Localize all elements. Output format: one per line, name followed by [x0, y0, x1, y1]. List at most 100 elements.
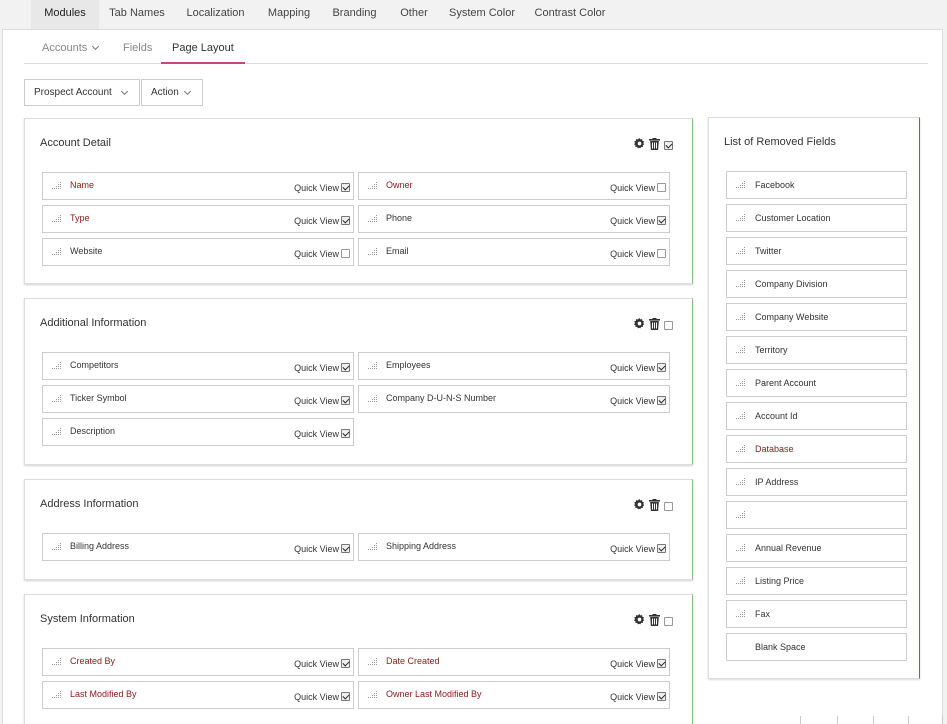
section-select-checkbox[interactable]	[664, 321, 673, 330]
removed-field[interactable]: Listing Price	[726, 567, 907, 595]
quick-view-checkbox[interactable]	[341, 216, 350, 225]
layout-field[interactable]: Owner Last Modified By Quick View	[358, 681, 670, 709]
drag-handle-icon[interactable]	[52, 691, 62, 699]
removed-field[interactable]: Fax	[726, 600, 907, 628]
layout-field[interactable]: Last Modified By Quick View	[42, 681, 354, 709]
footer-pager-cell[interactable]	[873, 716, 908, 724]
quick-view-toggle[interactable]: Quick View	[610, 248, 666, 259]
trash-icon[interactable]	[649, 614, 660, 626]
tab-modules[interactable]: Modules	[31, 0, 99, 29]
drag-handle-icon[interactable]	[736, 379, 746, 387]
quick-view-toggle[interactable]: Quick View	[294, 362, 350, 373]
layout-field[interactable]: Created By Quick View	[42, 648, 354, 676]
removed-field[interactable]: Account Id	[726, 402, 907, 430]
drag-handle-icon[interactable]	[736, 610, 746, 618]
section-select-checkbox[interactable]	[664, 617, 673, 626]
drag-handle-icon[interactable]	[736, 445, 746, 453]
layout-field[interactable]: Ticker Symbol Quick View	[42, 385, 354, 413]
quick-view-toggle[interactable]: Quick View	[610, 658, 666, 669]
tab-mapping[interactable]: Mapping	[263, 0, 315, 29]
drag-handle-icon[interactable]	[52, 248, 62, 256]
removed-field[interactable]: Company Division	[726, 270, 907, 298]
layout-field[interactable]: Billing Address Quick View	[42, 533, 354, 561]
removed-field[interactable]: Annual Revenue	[726, 534, 907, 562]
trash-icon[interactable]	[649, 318, 660, 330]
removed-field[interactable]: Customer Location	[726, 204, 907, 232]
layout-field[interactable]: Owner Quick View	[358, 172, 670, 200]
drag-handle-icon[interactable]	[368, 395, 378, 403]
removed-field[interactable]: Territory	[726, 336, 907, 364]
footer-pager-cell[interactable]	[837, 716, 873, 724]
layout-field[interactable]: Type Quick View	[42, 205, 354, 233]
drag-handle-icon[interactable]	[736, 412, 746, 420]
layout-field[interactable]: Description Quick View	[42, 418, 354, 446]
quick-view-toggle[interactable]: Quick View	[610, 395, 666, 406]
layout-field[interactable]: Phone Quick View	[358, 205, 670, 233]
tab-branding[interactable]: Branding	[328, 0, 381, 29]
footer-pager-cell[interactable]	[908, 716, 943, 724]
layout-select[interactable]: Prospect Account	[24, 79, 140, 106]
quick-view-toggle[interactable]: Quick View	[294, 395, 350, 406]
removed-field[interactable]: Facebook	[726, 171, 907, 199]
drag-handle-icon[interactable]	[52, 215, 62, 223]
tab-system-color[interactable]: System Color	[446, 0, 518, 29]
layout-field[interactable]: Company D-U-N-S Number Quick View	[358, 385, 670, 413]
layout-field[interactable]: Website Quick View	[42, 238, 354, 266]
quick-view-checkbox[interactable]	[657, 544, 666, 553]
quick-view-toggle[interactable]: Quick View	[294, 658, 350, 669]
drag-handle-icon[interactable]	[736, 247, 746, 255]
tab-fields[interactable]: Fields	[123, 34, 152, 64]
quick-view-checkbox[interactable]	[341, 659, 350, 668]
layout-field[interactable]: Email Quick View	[358, 238, 670, 266]
drag-handle-icon[interactable]	[736, 181, 746, 189]
section-select-checkbox[interactable]	[664, 141, 673, 150]
quick-view-toggle[interactable]: Quick View	[294, 543, 350, 554]
layout-field[interactable]: Competitors Quick View	[42, 352, 354, 380]
tab-accounts[interactable]: Accounts	[42, 34, 100, 64]
quick-view-checkbox[interactable]	[657, 216, 666, 225]
drag-handle-icon[interactable]	[52, 658, 62, 666]
drag-handle-icon[interactable]	[368, 182, 378, 190]
removed-field[interactable]: IP Address	[726, 468, 907, 496]
layout-field[interactable]: Name Quick View	[42, 172, 354, 200]
drag-handle-icon[interactable]	[736, 478, 746, 486]
drag-handle-icon[interactable]	[52, 428, 62, 436]
quick-view-toggle[interactable]: Quick View	[294, 182, 350, 193]
quick-view-checkbox[interactable]	[657, 659, 666, 668]
tab-localization[interactable]: Localization	[183, 0, 248, 29]
quick-view-checkbox[interactable]	[657, 363, 666, 372]
quick-view-checkbox[interactable]	[341, 183, 350, 192]
removed-field[interactable]	[726, 501, 907, 529]
drag-handle-icon[interactable]	[736, 346, 746, 354]
removed-field[interactable]: Parent Account	[726, 369, 907, 397]
drag-handle-icon[interactable]	[368, 248, 378, 256]
section-select-checkbox[interactable]	[664, 502, 673, 511]
quick-view-toggle[interactable]: Quick View	[294, 428, 350, 439]
drag-handle-icon[interactable]	[736, 577, 746, 585]
layout-field[interactable]: Shipping Address Quick View	[358, 533, 670, 561]
quick-view-toggle[interactable]: Quick View	[610, 215, 666, 226]
quick-view-checkbox[interactable]	[341, 544, 350, 553]
quick-view-toggle[interactable]: Quick View	[610, 362, 666, 373]
drag-handle-icon[interactable]	[52, 362, 62, 370]
quick-view-checkbox[interactable]	[341, 692, 350, 701]
quick-view-toggle[interactable]: Quick View	[610, 543, 666, 554]
removed-field[interactable]: Blank Space	[726, 633, 907, 661]
layout-field[interactable]: Employees Quick View	[358, 352, 670, 380]
layout-field[interactable]: Date Created Quick View	[358, 648, 670, 676]
gear-icon[interactable]	[634, 614, 645, 625]
tab-other[interactable]: Other	[396, 0, 432, 29]
drag-handle-icon[interactable]	[368, 362, 378, 370]
quick-view-checkbox[interactable]	[657, 396, 666, 405]
quick-view-toggle[interactable]: Quick View	[294, 691, 350, 702]
gear-icon[interactable]	[634, 499, 645, 510]
gear-icon[interactable]	[634, 138, 645, 149]
quick-view-toggle[interactable]: Quick View	[294, 215, 350, 226]
removed-field[interactable]: Company Website	[726, 303, 907, 331]
quick-view-checkbox[interactable]	[657, 249, 666, 258]
drag-handle-icon[interactable]	[52, 543, 62, 551]
quick-view-checkbox[interactable]	[657, 692, 666, 701]
gear-icon[interactable]	[634, 318, 645, 329]
quick-view-toggle[interactable]: Quick View	[610, 182, 666, 193]
quick-view-checkbox[interactable]	[341, 396, 350, 405]
